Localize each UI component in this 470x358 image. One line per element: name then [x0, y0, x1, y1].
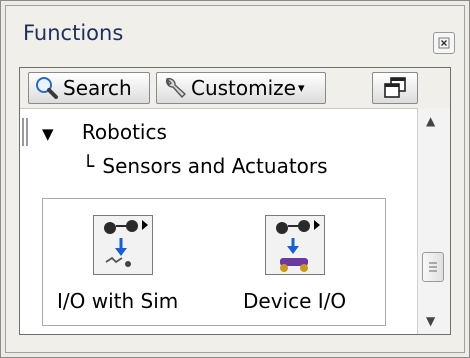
customize-button-label: Customize: [191, 76, 296, 100]
io-with-sim-label: I/O with Sim: [57, 289, 179, 313]
window-button[interactable]: [372, 72, 418, 104]
device-io-icon: [276, 220, 320, 272]
close-button[interactable]: [433, 32, 455, 54]
close-icon: [438, 37, 450, 49]
palette-title: Functions: [23, 21, 124, 45]
palette-content: Search Customize ▾ ▼ Robotics └ Sensors …: [19, 67, 451, 335]
subcategory-label: Sensors and Actuators: [102, 154, 328, 178]
grip-lines-icon: [429, 262, 437, 272]
device-io-label: Device I/O: [243, 289, 347, 313]
expand-arrow-icon[interactable]: ▼: [42, 125, 54, 143]
scroll-thumb[interactable]: [422, 252, 444, 282]
wrench-icon: [165, 77, 186, 98]
vertical-scrollbar[interactable]: ▲ ▼: [417, 108, 450, 334]
customize-button[interactable]: Customize ▾: [156, 72, 326, 104]
category-label: Robotics: [81, 120, 167, 144]
tree-category-robotics[interactable]: ▼ Robotics: [42, 120, 167, 144]
io-with-sim-icon: [104, 220, 148, 267]
io-with-sim-item[interactable]: [93, 215, 153, 275]
search-button[interactable]: Search: [28, 72, 150, 104]
tree-connector: └: [82, 154, 95, 178]
customize-dropdown-arrow[interactable]: ▾: [298, 81, 305, 96]
palette-toolbar: Search Customize ▾: [20, 68, 450, 109]
search-button-label: Search: [63, 76, 132, 100]
functions-palette: Functions Search Customize ▾ ▼ Robotics …: [0, 0, 470, 358]
restore-window-icon: [384, 77, 406, 98]
scroll-down-arrow-icon[interactable]: ▼: [426, 314, 435, 328]
device-io-item[interactable]: [265, 215, 325, 275]
scroll-up-arrow-icon[interactable]: ▲: [426, 114, 435, 128]
tree-subcategory-sensors[interactable]: └ Sensors and Actuators: [82, 154, 328, 178]
search-icon: [36, 77, 58, 99]
resize-grip[interactable]: [22, 118, 28, 146]
functions-group: I/O with Sim Device I/O: [42, 198, 386, 326]
